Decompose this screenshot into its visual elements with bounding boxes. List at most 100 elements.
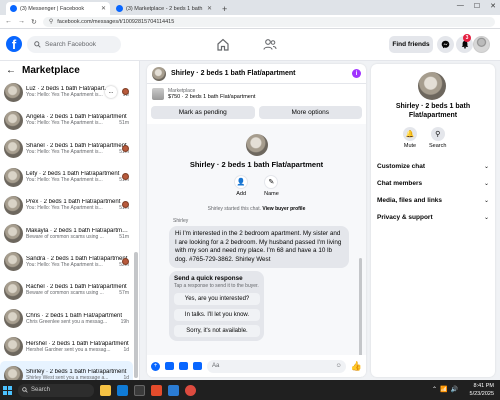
clock-time: 8:41 PM: [473, 383, 494, 389]
image-icon[interactable]: [179, 362, 188, 370]
more-options-button[interactable]: More options: [258, 106, 362, 119]
name-label: Name: [264, 191, 279, 197]
buyer-avatar[interactable]: [245, 134, 268, 156]
conversation-preview: Beware of common scams using ...: [26, 233, 104, 240]
quick-reply-button[interactable]: Yes, are you interested?: [174, 293, 260, 305]
home-icon[interactable]: [216, 38, 230, 51]
nickname-button[interactable]: ✎ Name: [264, 175, 279, 197]
listing-thumbnail: [4, 195, 23, 215]
facebook-logo-icon[interactable]: f: [6, 36, 22, 52]
list-item[interactable]: Luz · 2 beds 1 bath Flat/apart... You: H…: [0, 78, 133, 106]
more-options-icon[interactable]: ...: [105, 86, 117, 98]
gif-icon[interactable]: [193, 362, 202, 370]
conversation-time: 1d: [123, 346, 129, 353]
list-item[interactable]: Shanel · 2 beds 1 bath Flat/apartment Yo…: [0, 135, 133, 163]
search-icon: [22, 387, 28, 393]
url-field[interactable]: ⚲ facebook.com/messages/t/10092815704114…: [42, 16, 495, 27]
friends-icon[interactable]: [263, 38, 277, 51]
message-input[interactable]: Aa ☺: [207, 359, 346, 373]
outlook-icon[interactable]: [168, 384, 179, 396]
listing-avatar[interactable]: [418, 72, 446, 100]
quick-response-title: Send a quick response: [174, 275, 243, 282]
listing-thumbnail: [4, 82, 23, 102]
facebook-top-nav: f Search Facebook Find friends 3: [0, 29, 500, 61]
mute-button[interactable]: 🔔 Mute: [403, 127, 417, 149]
customize-chat-row[interactable]: Customize chat ⌄: [371, 158, 495, 175]
search-in-chat-button[interactable]: ⚲ Search: [429, 127, 446, 149]
search-placeholder: Search Facebook: [45, 41, 96, 48]
started-text: Shirley started this chat.: [207, 206, 261, 212]
media-files-links-row[interactable]: Media, files and links ⌄: [371, 192, 495, 209]
site-info-icon[interactable]: ⚲: [49, 18, 53, 25]
clock[interactable]: 8:41 PM 5/23/2025: [470, 382, 494, 398]
edge-browser-icon[interactable]: [117, 384, 128, 396]
address-bar: ← → ↻ ⚲ facebook.com/messages/t/10092815…: [0, 15, 500, 29]
account-avatar[interactable]: [473, 36, 490, 53]
back-arrow-icon[interactable]: ←: [6, 65, 16, 76]
chat-started-notice: Shirley started this chat. View buyer pr…: [147, 206, 366, 212]
add-friend-button[interactable]: 👤 Add: [234, 175, 249, 197]
list-item[interactable]: Sandra · 2 beds 1 bath Flat/apartment Yo…: [0, 248, 133, 276]
listing-thumbnail: [4, 139, 23, 159]
listing-summary[interactable]: Marketplace $750 · 2 beds 1 bath Flat/ap…: [147, 84, 366, 104]
quick-reply-button[interactable]: Sorry, it's not available.: [174, 325, 260, 337]
chrome-icon[interactable]: [185, 384, 196, 396]
listing-thumbnail: [4, 280, 23, 300]
close-tab-icon[interactable]: ✕: [101, 5, 106, 12]
messenger-button[interactable]: [437, 36, 454, 53]
system-tray-icons[interactable]: ⌃ 📶 🔊: [432, 386, 458, 393]
privacy-support-row[interactable]: Privacy & support ⌄: [371, 209, 495, 226]
conversation-preview: You: Hello: Yes The Apartment is...: [26, 261, 103, 268]
list-item[interactable]: Makayla · 2 beds 1 bath Flat/apartment B…: [0, 219, 133, 247]
quick-response-subtitle: Tap a response to send it to the buyer.: [174, 283, 259, 289]
browser-tab-messenger[interactable]: (3) Messenger | Facebook ✕: [6, 2, 110, 15]
office-icon[interactable]: [151, 384, 162, 396]
listing-actions: Mark as pending More options: [147, 106, 366, 119]
emoji-icon[interactable]: ☺: [336, 363, 342, 369]
listing-thumbnail: [4, 252, 23, 272]
list-item[interactable]: Chris · 2 beds 1 bath Flat/apartment Chr…: [0, 304, 133, 332]
minimize-icon[interactable]: —: [457, 2, 464, 10]
close-tab-icon[interactable]: ✕: [207, 5, 212, 12]
row-label: Media, files and links: [377, 197, 443, 204]
listing-thumbnail[interactable]: [152, 66, 166, 81]
quick-reply-button[interactable]: In talks. I'll let you know.: [174, 309, 260, 321]
buyer-name: Shirley · 2 beds 1 bath Flat/apartment: [189, 160, 324, 169]
message-placeholder: Aa: [212, 363, 220, 369]
chat-members-row[interactable]: Chat members ⌄: [371, 175, 495, 192]
list-item[interactable]: Hershel · 2 beds 1 bath Flat/apartment H…: [0, 333, 133, 361]
listing-image: [152, 88, 164, 100]
find-friends-button[interactable]: Find friends: [389, 36, 433, 53]
chat-title[interactable]: Shirley · 2 beds 1 bath Flat/apartment: [171, 70, 347, 77]
close-window-icon[interactable]: ✕: [490, 2, 496, 10]
file-explorer-icon[interactable]: [100, 384, 111, 396]
view-buyer-profile-link[interactable]: View buyer profile: [262, 206, 305, 212]
browser-tab-marketplace[interactable]: (3) Marketplace - 2 beds 1 bath ✕: [112, 2, 216, 15]
list-item[interactable]: Angela · 2 beds 1 bath Flat/apartment Yo…: [0, 106, 133, 134]
seen-avatar: [122, 88, 129, 95]
conversation-preview: Hershel Gardner sent you a messag...: [26, 346, 111, 353]
scrollbar-thumb[interactable]: [134, 252, 138, 378]
info-icon[interactable]: i: [352, 69, 361, 78]
list-item[interactable]: Prex · 2 beds 1 bath Flat/apartment You:…: [0, 191, 133, 219]
add-person-icon: 👤: [234, 175, 249, 189]
list-item[interactable]: Rachel · 2 beds 1 bath Flat/apartment Be…: [0, 276, 133, 304]
new-tab-icon[interactable]: +: [218, 4, 231, 15]
sidebar-header: ← Marketplace: [0, 63, 139, 77]
sidebar-scrollbar[interactable]: [134, 134, 138, 379]
facebook-search-input[interactable]: Search Facebook: [27, 36, 121, 53]
plus-icon[interactable]: +: [151, 361, 160, 371]
store-icon[interactable]: [134, 384, 145, 396]
reload-icon[interactable]: ↻: [31, 18, 37, 26]
maximize-icon[interactable]: ☐: [474, 2, 480, 10]
list-item[interactable]: Lety · 2 beds 1 bath Flat/apartment You:…: [0, 163, 133, 191]
thumbs-up-icon[interactable]: 👍: [351, 361, 362, 372]
chat-details-panel: Shirley · 2 beds 1 bath Flat/apartment 🔔…: [371, 64, 495, 377]
seen-avatar: [122, 144, 129, 152]
mark-as-pending-button[interactable]: Mark as pending: [151, 106, 255, 119]
camera-icon[interactable]: [165, 362, 174, 370]
back-arrow-icon[interactable]: ←: [5, 18, 12, 25]
taskbar-search[interactable]: Search: [18, 383, 94, 397]
windows-start-icon[interactable]: [3, 385, 12, 395]
forward-arrow-icon[interactable]: →: [18, 18, 25, 25]
